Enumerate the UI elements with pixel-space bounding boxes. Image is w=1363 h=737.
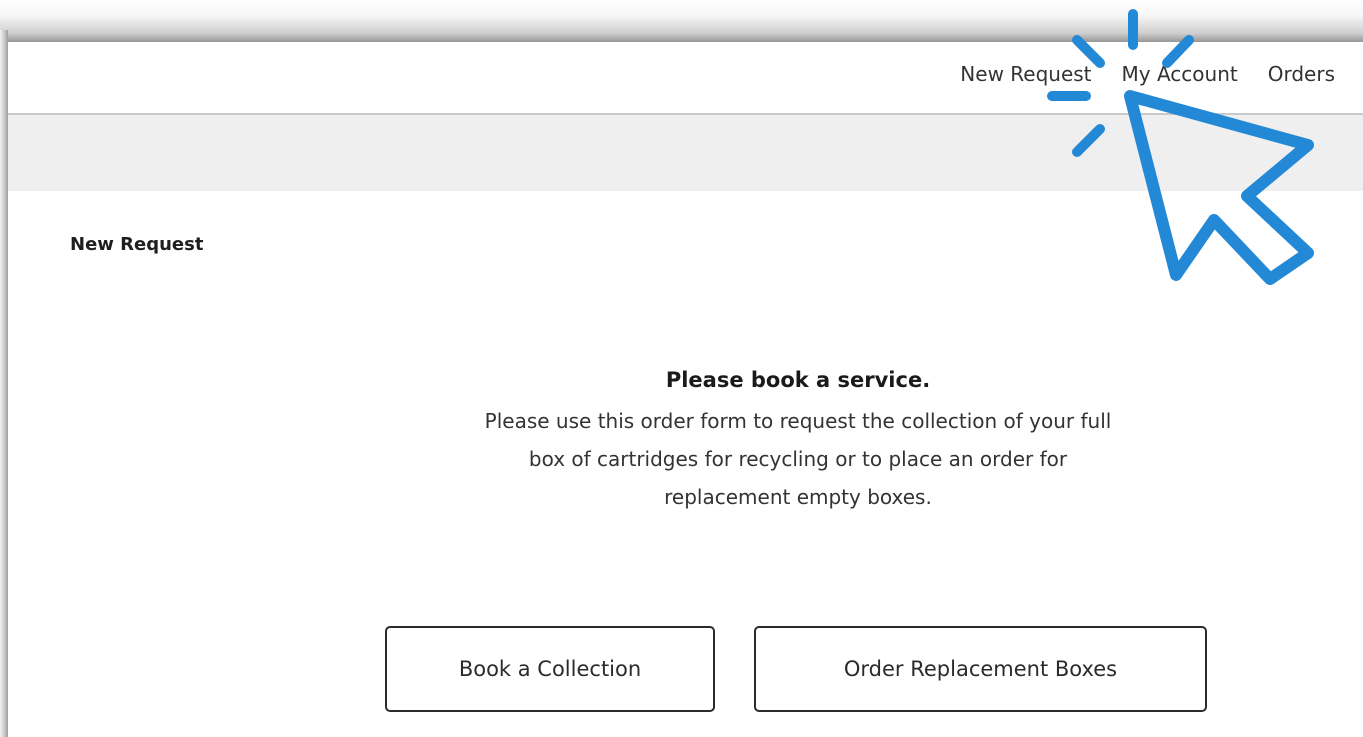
nav-orders[interactable]: Orders xyxy=(1268,62,1335,86)
nav-new-request[interactable]: New Request xyxy=(960,62,1091,86)
screen-shadow-top xyxy=(0,0,1363,44)
screen-shadow-left xyxy=(0,30,8,737)
service-intro: Please book a service. Please use this o… xyxy=(428,364,1168,516)
secondary-bar xyxy=(8,115,1363,191)
main-nav: New Request My Account Orders xyxy=(930,62,1335,86)
nav-my-account[interactable]: My Account xyxy=(1122,62,1238,86)
top-navigation-bar: New Request My Account Orders xyxy=(8,42,1363,115)
order-replacement-boxes-button[interactable]: Order Replacement Boxes xyxy=(754,626,1207,712)
intro-heading: Please book a service. xyxy=(665,368,931,392)
app-window: New Request My Account Orders New Reques… xyxy=(8,42,1363,737)
intro-description: Please use this order form to request th… xyxy=(484,409,1112,509)
book-collection-button[interactable]: Book a Collection xyxy=(385,626,715,712)
page-title: New Request xyxy=(70,234,204,255)
